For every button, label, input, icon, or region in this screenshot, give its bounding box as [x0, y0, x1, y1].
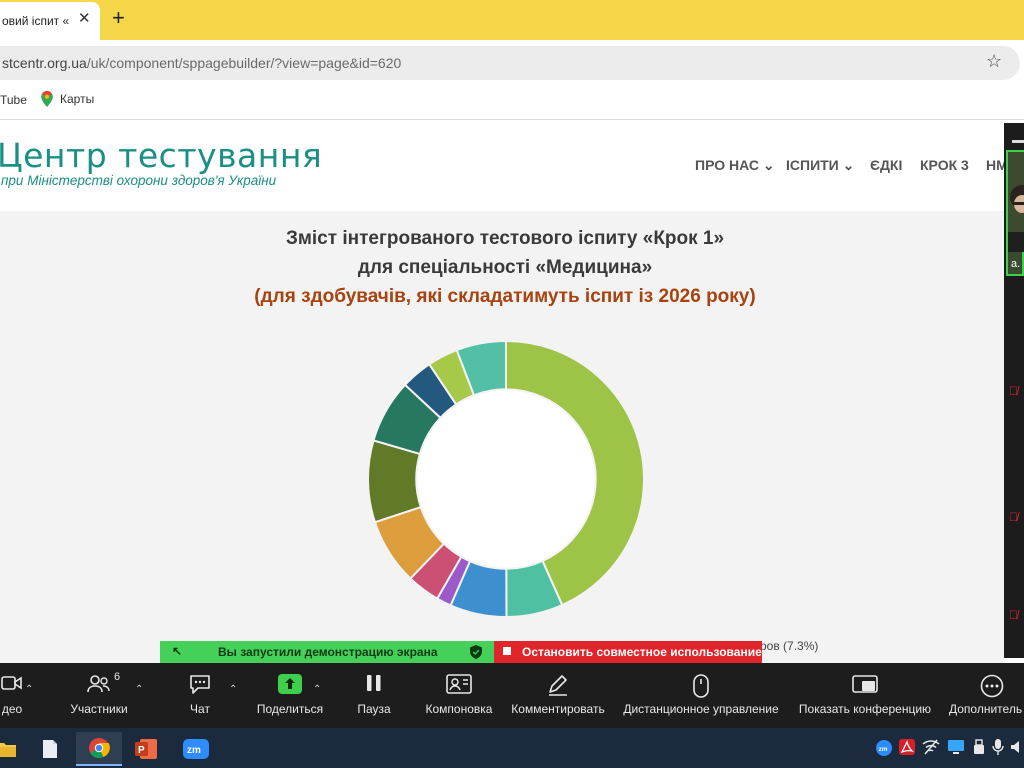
zoom-button-label: Комментировать	[511, 702, 605, 716]
notepad-icon[interactable]	[30, 732, 70, 766]
new-tab-button[interactable]: +	[112, 5, 125, 31]
chat-button[interactable]: Чат	[182, 664, 218, 716]
participant-video-thumbnail[interactable]: a.	[1006, 150, 1024, 276]
chevron-up-icon[interactable]: ⌃	[25, 684, 33, 695]
page-title-line3: (для здобувачів, які складатимуть іспит …	[254, 286, 756, 307]
svg-text:zm: zm	[187, 745, 201, 756]
nav-item-edki[interactable]: ЄДКІ	[870, 157, 902, 173]
url-host: stcentr.org.ua	[2, 55, 87, 71]
zoom-button-label: Чат	[190, 702, 210, 716]
more-icon	[946, 664, 1024, 702]
mic-tray-icon[interactable]	[992, 738, 1004, 761]
nav-item-about[interactable]: ПРО НАС ⌄	[695, 157, 775, 174]
zoom-button-label: део	[1, 702, 23, 716]
sharing-status-banner: ↖ Вы запустили демонстрацию экрана	[160, 641, 494, 663]
shield-icon	[470, 645, 482, 662]
chevron-up-icon[interactable]: ⌃	[135, 684, 143, 695]
stop-share-button[interactable]: Остановить совместное использование	[494, 641, 762, 663]
donut-hole	[417, 390, 595, 568]
page-title-line1: Зміст інтегрованого тестового іспиту «Кр…	[285, 228, 725, 249]
share-screen-icon	[254, 664, 326, 702]
layout-icon	[422, 664, 496, 702]
chevron-down-icon: ⌄	[762, 157, 775, 173]
more-button[interactable]: Дополнитель	[946, 664, 1024, 716]
layout-button[interactable]: Компоновка	[422, 664, 496, 716]
bookmark-label: Карты	[60, 92, 95, 106]
participants-count-badge: 6	[114, 671, 121, 683]
show-meeting-button[interactable]: Показать конференцию	[796, 664, 934, 716]
participant-name: a.	[1011, 258, 1021, 270]
zoom-button-label: Поделиться	[256, 702, 324, 716]
powerpoint-icon[interactable]: P	[126, 732, 166, 766]
zoom-button-label: Компоновка	[425, 702, 493, 716]
site-logo-subtitle: при Міністерстві охорони здоров'я Україн…	[1, 173, 277, 188]
bookmarks-bar	[0, 86, 1024, 120]
stop-share-label: Остановить совместное использование	[522, 645, 762, 659]
sharing-status-text: Вы запустили демонстрацию экрана	[218, 645, 438, 659]
bookmark-youtube[interactable]: Tube	[0, 93, 27, 107]
nav-label: ПРО НАС	[695, 157, 759, 173]
url-path: /uk/component/sppagebuilder/?view=page&i…	[86, 55, 402, 71]
zoom-button-label: Показать конференцию	[798, 702, 932, 716]
svg-text:zm: zm	[879, 746, 888, 753]
zoom-button-label: Пауза	[357, 702, 391, 716]
nav-label: ІСПИТИ	[786, 157, 839, 173]
display-tray-icon[interactable]	[947, 739, 965, 760]
chevron-up-icon[interactable]: ⌃	[229, 684, 237, 695]
participants-icon	[66, 664, 132, 702]
usb-tray-icon[interactable]	[972, 739, 986, 760]
chrome-icon[interactable]	[76, 732, 122, 766]
annotate-pen-icon	[510, 664, 606, 702]
svg-text:P: P	[138, 745, 145, 756]
show-meeting-icon	[796, 664, 934, 702]
chat-icon	[182, 664, 218, 702]
chevron-down-icon: ⌄	[842, 157, 855, 173]
pause-share-button[interactable]: Пауза	[354, 664, 394, 716]
bookmark-maps[interactable]: Карты	[40, 91, 94, 107]
zoom-tray-icon[interactable]: zm	[876, 740, 892, 761]
site-logo-title[interactable]: Центр тестування	[0, 136, 322, 175]
video-camera-icon	[0, 664, 30, 702]
zoom-button-label: Участники	[70, 702, 128, 716]
browser-tab-strip	[0, 0, 1024, 40]
panel-minimize-icon[interactable]	[1012, 140, 1024, 143]
donut-chart	[367, 339, 645, 619]
mic-muted-icon: 🎙̸	[1009, 384, 1018, 398]
share-arrow-icon: ↖	[172, 644, 183, 658]
acrobat-tray-icon[interactable]	[899, 739, 915, 760]
annotate-button[interactable]: Комментировать	[510, 664, 606, 716]
google-maps-icon	[41, 91, 53, 107]
bookmark-label: Tube	[0, 93, 27, 107]
stop-square-icon	[503, 647, 511, 655]
wifi-off-tray-icon[interactable]	[922, 739, 940, 760]
bookmark-star-icon[interactable]: ☆	[986, 51, 1002, 72]
volume-tray-icon[interactable]	[1010, 739, 1024, 760]
participants-button[interactable]: Участники	[66, 664, 132, 716]
nav-item-krok3[interactable]: КРОК 3	[920, 157, 969, 173]
zoom-button-label: Дистанционное управление	[623, 702, 779, 716]
mic-muted-icon: 🎙̸	[1009, 608, 1018, 622]
chevron-up-icon[interactable]: ⌃	[313, 684, 321, 695]
participant-avatar	[1008, 152, 1024, 252]
url-text[interactable]: stcentr.org.ua/uk/component/sppagebuilde…	[2, 55, 401, 71]
mouse-icon	[620, 664, 782, 702]
zoom-icon[interactable]: zm	[176, 732, 216, 766]
file-explorer-icon[interactable]	[0, 732, 26, 766]
page-title-line2: для спеціальності «Медицина»	[357, 257, 653, 278]
mic-muted-icon: 🎙̸	[1009, 510, 1018, 524]
nav-item-exams[interactable]: ІСПИТИ ⌄	[786, 157, 854, 174]
zoom-button-label: Дополнитель	[949, 702, 1023, 716]
pause-icon	[354, 664, 394, 702]
tab-title: овий іспит «	[2, 14, 70, 28]
chart-legend-fragment: ров (7.3%)	[760, 639, 819, 653]
tab-close-icon[interactable]: ✕	[78, 9, 91, 27]
remote-control-button[interactable]: Дистанционное управление	[620, 664, 782, 716]
